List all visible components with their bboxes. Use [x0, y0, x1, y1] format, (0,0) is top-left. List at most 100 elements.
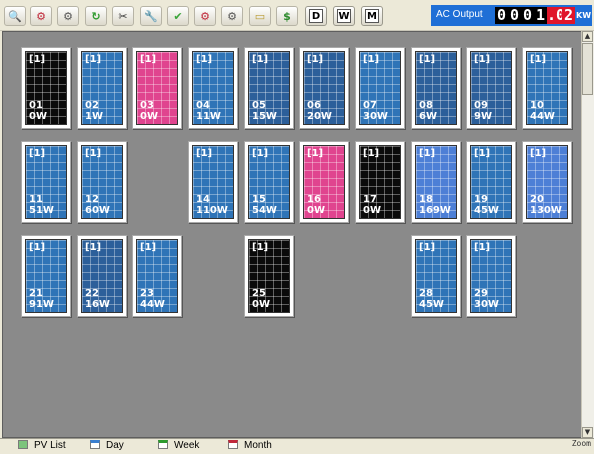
toolbar: 🔍 ⚙ ⚙ ↻ ✂ 🔧 ✔ ⚙ ⚙ ▭ $ D W M AC Output 0 …: [0, 0, 594, 31]
pv-panel-tile[interactable]: [1] 17 0W: [355, 141, 405, 223]
pv-panel-number: 03: [140, 100, 154, 111]
pv-panel-power: 110W: [196, 205, 228, 216]
pv-panel-tile[interactable]: [1] 06 20W: [299, 47, 349, 129]
month-view-button[interactable]: M: [361, 6, 383, 26]
day-letter: D: [309, 9, 323, 23]
pv-panel-tile[interactable]: [1] 08 6W: [411, 47, 461, 129]
pv-panel-group-label: [1]: [85, 242, 102, 253]
refresh-icon[interactable]: ↻: [85, 6, 107, 26]
pv-panel-image: [1] 29 30W: [470, 239, 512, 313]
pv-panel-number: 09: [474, 100, 488, 111]
week-view-button[interactable]: W: [333, 6, 355, 26]
pv-panel-tile[interactable]: [1] 28 45W: [411, 235, 461, 317]
calendar-day-icon: [90, 440, 100, 449]
scroll-down-icon[interactable]: ▼: [582, 427, 593, 438]
scroll-up-icon[interactable]: ▲: [582, 31, 593, 42]
check-icon[interactable]: ✔: [167, 6, 189, 26]
tab-label: Week: [174, 440, 200, 451]
tab-month[interactable]: Month: [228, 439, 272, 453]
pv-panel-image: [1] 18 169W: [415, 145, 457, 219]
pv-panel-number: 06: [307, 100, 321, 111]
pv-panel-tile[interactable]: [1] 14 110W: [188, 141, 238, 223]
pv-panel-image: [1] 14 110W: [192, 145, 234, 219]
pv-panel-group-label: [1]: [140, 242, 157, 253]
pv-panel-image: [1] 16 0W: [303, 145, 345, 219]
pv-panel-tile[interactable]: [1] 29 30W: [466, 235, 516, 317]
pv-panel-group-label: [1]: [474, 148, 491, 159]
pv-panel-tile[interactable]: [1] 07 30W: [355, 47, 405, 129]
pv-panel-power: 51W: [29, 205, 54, 216]
pv-panel-power: 30W: [474, 299, 499, 310]
pv-panel-group-label: [1]: [29, 148, 46, 159]
pv-panel-power: 0W: [29, 111, 47, 122]
pv-panel-tile[interactable]: [1] 05 15W: [244, 47, 294, 129]
pv-panel-image: [1] 21 91W: [25, 239, 67, 313]
inverter-red-icon[interactable]: ⚙: [30, 6, 52, 26]
inverter-grey-icon[interactable]: ⚙: [57, 6, 79, 26]
ac-digit: 0: [522, 6, 533, 24]
vertical-scrollbar[interactable]: ▲ ▼: [581, 31, 594, 438]
pv-panel-tile[interactable]: [1] 15 54W: [244, 141, 294, 223]
pv-panel-image: [1] 10 44W: [526, 51, 568, 125]
inverter-grey2-icon[interactable]: ⚙: [221, 6, 243, 26]
pv-panel-group-label: [1]: [307, 148, 324, 159]
inverter-red2-icon[interactable]: ⚙: [194, 6, 216, 26]
ac-output-display: AC Output 0 0 0 1 .0 2 KW: [431, 5, 592, 26]
pv-panel-power: 0W: [307, 205, 325, 216]
view-tabs: PV List Day Week Month: [0, 438, 594, 454]
tab-label: Month: [244, 440, 272, 451]
pv-panel-tile[interactable]: [1] 16 0W: [299, 141, 349, 223]
month-letter: M: [365, 9, 379, 23]
pv-panel-group-label: [1]: [29, 54, 46, 65]
calendar-month-icon: [228, 440, 238, 449]
money-icon[interactable]: $: [276, 6, 298, 26]
pv-panel-image: [1] 15 54W: [248, 145, 290, 219]
pv-panel-tile[interactable]: [1] 25 0W: [244, 235, 294, 317]
pv-panel-power: 0W: [363, 205, 381, 216]
pv-panel-tile[interactable]: [1] 12 60W: [77, 141, 127, 223]
pv-panel-number: 05: [252, 100, 266, 111]
pv-panel-tile[interactable]: [1] 03 0W: [132, 47, 182, 129]
pv-panel-tile[interactable]: [1] 22 16W: [77, 235, 127, 317]
pv-panel-tile[interactable]: [1] 09 9W: [466, 47, 516, 129]
pv-panel-tile[interactable]: [1] 10 44W: [522, 47, 572, 129]
pv-panel-tile[interactable]: [1] 02 1W: [77, 47, 127, 129]
pv-panel-tile[interactable]: [1] 23 44W: [132, 235, 182, 317]
ac-digit: 2: [562, 6, 575, 24]
pv-panel-tile[interactable]: [1] 11 51W: [21, 141, 71, 223]
pv-panel-tile[interactable]: [1] 21 91W: [21, 235, 71, 317]
pv-panel-number: 08: [419, 100, 433, 111]
pv-panel-tile[interactable]: [1] 18 169W: [411, 141, 461, 223]
wrench-icon[interactable]: 🔧: [140, 6, 162, 26]
tab-week[interactable]: Week: [158, 439, 199, 453]
pv-panel-group-label: [1]: [252, 148, 269, 159]
pv-panel-number: 19: [474, 194, 488, 205]
pv-panel-tile[interactable]: [1] 01 0W: [21, 47, 71, 129]
magnifier-icon[interactable]: 🔍: [4, 6, 26, 26]
pv-panel-number: 28: [419, 288, 433, 299]
ruler-icon[interactable]: ▭: [249, 6, 271, 26]
pv-panel-image: [1] 25 0W: [248, 239, 290, 313]
pv-panel-number: 12: [85, 194, 99, 205]
pv-panel-number: 29: [474, 288, 488, 299]
pv-panel-power: 9W: [474, 111, 492, 122]
pv-panel-tile[interactable]: [1] 19 45W: [466, 141, 516, 223]
pv-panel-image: [1] 23 44W: [136, 239, 178, 313]
pv-panel-number: 02: [85, 100, 99, 111]
pv-panel-image: [1] 07 30W: [359, 51, 401, 125]
tools-icon[interactable]: ✂: [112, 6, 134, 26]
tab-day[interactable]: Day: [90, 439, 124, 453]
pv-panel-group-label: [1]: [196, 54, 213, 65]
day-view-button[interactable]: D: [305, 6, 327, 26]
pv-panel-image: [1] 20 130W: [526, 145, 568, 219]
tab-pv-list[interactable]: PV List: [18, 439, 66, 453]
ac-digit: 1: [535, 6, 546, 24]
ac-digit: .0: [547, 6, 566, 24]
pv-panel-image: [1] 12 60W: [81, 145, 123, 219]
ac-digit: 0: [509, 6, 520, 24]
pv-panel-tile[interactable]: [1] 04 11W: [188, 47, 238, 129]
scroll-thumb[interactable]: [582, 43, 593, 95]
pv-panel-group-label: [1]: [530, 148, 547, 159]
pv-panel-power: 1W: [85, 111, 103, 122]
pv-panel-tile[interactable]: [1] 20 130W: [522, 141, 572, 223]
